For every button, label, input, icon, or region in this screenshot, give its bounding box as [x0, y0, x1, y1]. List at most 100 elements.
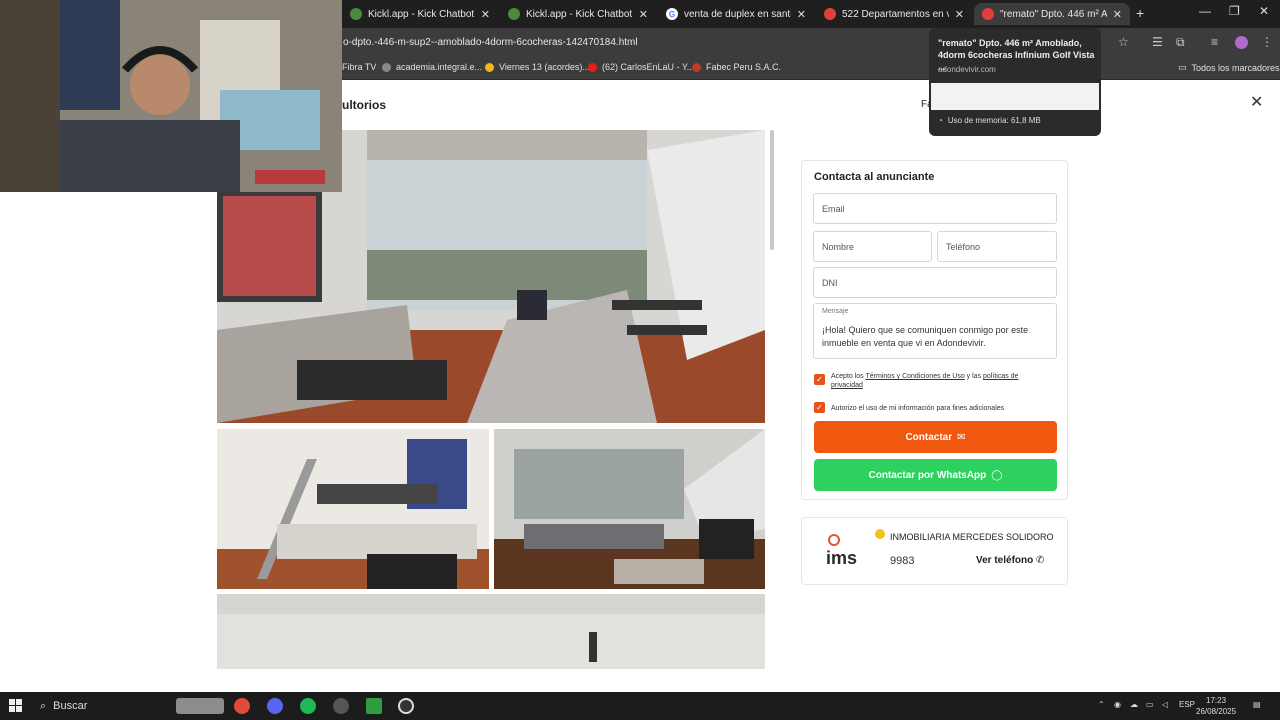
terms-text: Acepto los Términos y Condiciones de Uso…	[831, 372, 1046, 390]
tab-departamentos[interactable]: 522 Departamentos en venta d ✕	[816, 3, 972, 25]
photo-ceiling[interactable]	[217, 594, 765, 669]
show-phone-button[interactable]: Ver teléfono ✆	[976, 555, 1044, 566]
message-text[interactable]: ¡Hola! Quiero que se comuniquen conmigo …	[822, 324, 1042, 350]
discord-icon[interactable]	[267, 698, 283, 714]
kick-bot-icon	[350, 8, 362, 20]
url-field[interactable]: o-dpto.-446-m-sup2--amoblado-4dorm-6coch…	[343, 37, 638, 48]
bookmark-label: Todos los marcadores	[1191, 62, 1280, 73]
phone-icon: ✆	[1036, 555, 1045, 566]
hover-card-thumbnail	[931, 83, 1099, 110]
agency-logo-text: ims	[826, 548, 857, 568]
menu-icon[interactable]: ⋮	[1261, 35, 1273, 49]
gallery-scrollbar[interactable]	[770, 130, 774, 250]
dni-field[interactable]: DNI	[813, 267, 1057, 298]
bookmark-fabec[interactable]: Fabec Peru S.A.C.	[692, 62, 781, 72]
close-icon[interactable]: ✕	[481, 8, 490, 21]
authorize-checkbox[interactable]: ✓	[814, 402, 825, 413]
windows-taskbar: ⌕ Buscar ⌃ ◉ ☁ ▭ ◁ ESP 17:23 26/08/2025 …	[0, 692, 1280, 720]
tab-label: "remato" Dpto. 446 m² Amobl	[1000, 8, 1107, 20]
youtube-icon	[588, 62, 597, 72]
fabec-icon	[692, 62, 701, 72]
envelope-icon: ✉	[957, 431, 966, 443]
network-icon[interactable]: ▭	[1146, 700, 1154, 709]
globe-icon	[382, 62, 391, 72]
excel-icon[interactable]	[366, 698, 382, 714]
bookmark-fibra-tv[interactable]: Fibra TV	[342, 62, 376, 72]
window-close-icon[interactable]: ✕	[1259, 4, 1269, 18]
contact-button[interactable]: Contactar ✉	[814, 421, 1057, 453]
close-icon[interactable]: ✕	[1113, 8, 1122, 21]
hover-card-domain: adondevivir.com	[938, 65, 996, 74]
tray-app-icon[interactable]: ◉	[1114, 700, 1121, 709]
webcam-overlay	[0, 0, 342, 192]
tab-label: venta de duplex en santiago de	[684, 8, 791, 20]
google-icon: G	[666, 8, 678, 20]
whatsapp-icon: ◯	[991, 469, 1003, 481]
phone-field[interactable]: Teléfono	[937, 231, 1057, 262]
tab-label: 522 Departamentos en venta d	[842, 8, 949, 20]
whatsapp-button-label: Contactar por WhatsApp	[868, 469, 987, 481]
taskbar-clock[interactable]: 17:23 26/08/2025	[1196, 695, 1236, 717]
tab-kickl-2[interactable]: Kickl.app - Kick Chatbot and ✕	[500, 3, 656, 25]
tab-google-search[interactable]: G venta de duplex en santiago de ✕	[658, 3, 814, 25]
tab-label: Kickl.app - Kick Chatbot and	[526, 8, 633, 20]
chrome-alt-icon[interactable]	[398, 698, 414, 714]
bookmark-label: (62) CarlosEnLaU - Y...	[602, 62, 695, 72]
bookmark-academia[interactable]: academia.integral.e...	[382, 62, 482, 72]
windows-start-icon[interactable]	[9, 699, 22, 712]
search-label: Buscar	[53, 700, 88, 712]
tab-kickl-1[interactable]: Kickl.app - Kick Chatbot and ✕	[342, 3, 498, 25]
bookmark-label: Viernes 13 (acordes)...	[499, 62, 590, 72]
obs-icon[interactable]	[333, 698, 349, 714]
profile-avatar[interactable]	[1235, 36, 1248, 49]
clock-date: 26/08/2025	[1196, 707, 1237, 716]
contact-form: Contacta al anunciante Email Nombre Telé…	[801, 160, 1068, 500]
extensions-icon[interactable]: ⧉	[1176, 35, 1185, 50]
notification-icon[interactable]: ▤	[1253, 700, 1261, 709]
adondevivir-icon	[824, 8, 836, 20]
minimize-icon[interactable]: —	[1199, 4, 1211, 18]
close-icon[interactable]: ✕	[955, 8, 964, 21]
tab-remato-active[interactable]: "remato" Dpto. 446 m² Amobl ✕	[974, 3, 1130, 25]
photo-living-room-3[interactable]	[494, 429, 765, 589]
kick-bot-icon	[508, 8, 520, 20]
bookmark-viernes13[interactable]: Viernes 13 (acordes)...	[485, 62, 590, 72]
taskbar-widget-icon[interactable]	[176, 698, 224, 714]
chrome-icon[interactable]	[234, 698, 250, 714]
photo-living-room-2[interactable]	[217, 429, 489, 589]
bookmark-label: academia.integral.e...	[396, 62, 483, 72]
agency-phone-partial: 9983	[890, 555, 915, 567]
memory-icon: ◔	[938, 116, 943, 125]
close-gallery-icon[interactable]: ✕	[1250, 92, 1263, 112]
name-field[interactable]: Nombre	[813, 231, 932, 262]
tray-chevron-icon[interactable]: ⌃	[1098, 700, 1105, 709]
terms-link[interactable]: Términos y Condiciones de Uso	[866, 373, 965, 380]
contact-form-title: Contacta al anunciante	[814, 171, 935, 183]
music-icon	[485, 62, 494, 72]
maximize-icon[interactable]: ❐	[1229, 4, 1240, 18]
star-icon[interactable]: ☆	[1118, 35, 1129, 49]
tray-cloud-icon[interactable]: ☁	[1130, 700, 1138, 709]
spotify-icon[interactable]	[300, 698, 316, 714]
show-phone-label: Ver teléfono	[976, 555, 1034, 566]
agency-name[interactable]: INMOBILIARIA MERCEDES SOLIDORO	[890, 532, 1054, 542]
volume-icon[interactable]: ◁	[1162, 700, 1168, 709]
whatsapp-button[interactable]: Contactar por WhatsApp ◯	[814, 459, 1057, 491]
close-icon[interactable]: ✕	[639, 8, 648, 21]
email-field[interactable]: Email	[813, 193, 1057, 224]
language-indicator[interactable]: ESP	[1179, 700, 1195, 709]
agent-card: ims INMOBILIARIA MERCEDES SOLIDORO 9983 …	[801, 517, 1068, 585]
hover-card-memory: ◔ Uso de memoria: 61,8 MB	[938, 116, 1041, 125]
new-tab-icon[interactable]: +	[1136, 5, 1144, 21]
media-icon[interactable]: ≡	[1211, 35, 1218, 49]
terms-checkbox[interactable]: ✓	[814, 374, 825, 385]
taskbar-search[interactable]: ⌕ Buscar	[34, 694, 174, 718]
terms-mid: y las	[964, 373, 984, 380]
clock-time: 17:23	[1206, 696, 1227, 705]
bookmark-youtube[interactable]: (62) CarlosEnLaU - Y...	[588, 62, 694, 72]
tab-search-icon[interactable]: ☰	[1152, 35, 1163, 49]
contact-button-label: Contactar	[905, 431, 953, 443]
all-bookmarks[interactable]: ▭ Todos los marcadores	[1178, 62, 1280, 73]
close-icon[interactable]: ✕	[797, 8, 806, 21]
verified-badge-icon	[875, 529, 885, 539]
